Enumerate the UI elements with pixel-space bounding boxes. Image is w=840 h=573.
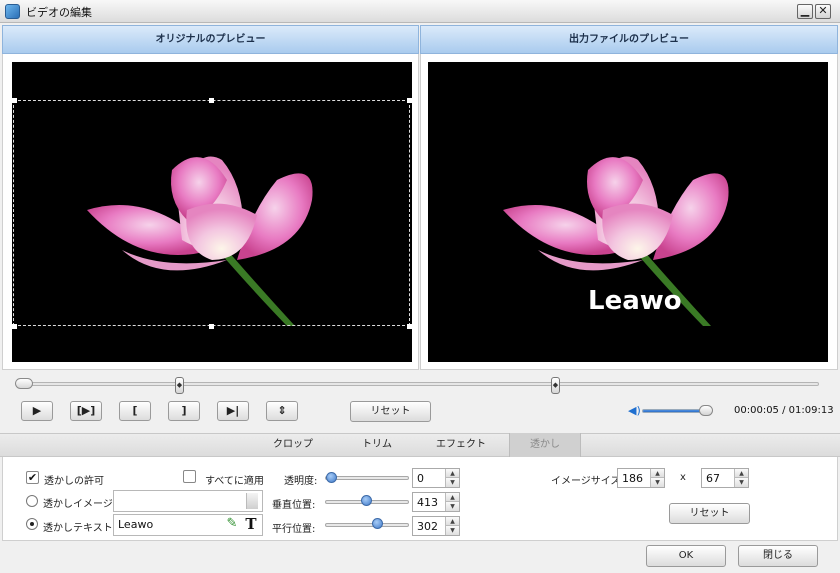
tab-watermark[interactable]: 透かし [509,433,581,457]
mark-out-button[interactable]: ] [168,401,200,421]
ok-button[interactable]: OK [646,545,726,567]
spin-up-button[interactable]: ▲ [651,469,664,478]
reset-watermark-button[interactable]: リセット [669,503,750,524]
spin-down-button[interactable]: ▼ [446,526,459,535]
close-button[interactable]: 閉じる [738,545,818,567]
title-bar [0,0,840,23]
vertical-position-spinbox[interactable]: 413 ▲ ▼ [412,492,460,512]
opacity-value[interactable]: 0 [417,472,424,485]
crop-handle[interactable] [209,98,214,103]
crop-handle[interactable] [209,324,214,329]
size-separator: x [680,472,686,483]
spin-up-button[interactable]: ▲ [446,517,459,526]
spin-buttons: ▲ ▼ [650,469,664,487]
spin-up-button[interactable]: ▲ [446,469,459,478]
tab-effect[interactable]: エフェクト [430,433,492,457]
horizontal-position-spinbox[interactable]: 302 ▲ ▼ [412,516,460,536]
spin-up-button[interactable]: ▲ [446,493,459,502]
opacity-slider-thumb[interactable] [326,472,337,483]
opacity-spinbox[interactable]: 0 ▲ ▼ [412,468,460,488]
text-color-pen-icon[interactable]: ✎ [224,516,240,532]
spin-buttons: ▲ ▼ [445,469,459,487]
trim-start-marker[interactable]: ◆ [175,377,184,394]
watermark-image-radio[interactable] [26,495,38,507]
close-window-button[interactable]: ✕ [815,4,831,19]
image-height-spinbox[interactable]: 67 ▲ ▼ [701,468,749,488]
opacity-slider[interactable] [325,476,409,480]
watermark-text-radio[interactable] [26,518,38,530]
enable-watermark-label: 透かしの許可 [44,476,104,487]
minimize-button[interactable]: ▁ [797,4,813,19]
image-width-value[interactable]: 186 [622,472,643,485]
play-selection-button[interactable]: [▶] [70,401,102,421]
timecode: 00:00:05 / 01:09:13 [734,405,834,416]
tab-trim[interactable]: トリム [346,433,408,457]
horizontal-position-value[interactable]: 302 [417,520,438,533]
crop-handle[interactable] [407,324,412,329]
watermark-preview-text: Leawo [588,286,682,316]
image-size-label: イメージサイズ: [551,476,624,487]
spin-down-button[interactable]: ▼ [651,478,664,487]
spin-down-button[interactable]: ▼ [446,478,459,487]
horizontal-position-label: 平行位置: [272,524,316,535]
original-preview-header: オリジナルのプレビュー [2,25,419,54]
output-preview-header: 出力ファイルのプレビュー [420,25,838,54]
timeline-playhead[interactable] [15,378,33,389]
crop-handle[interactable] [12,324,17,329]
spin-down-button[interactable]: ▼ [446,502,459,511]
spin-buttons: ▲ ▼ [445,493,459,511]
split-button[interactable]: ⇕ [266,401,298,421]
watermark-image-label: 透かしイメージ: [43,499,117,510]
browse-image-button[interactable] [246,493,258,509]
crop-handle[interactable] [407,98,412,103]
apply-all-label: すべてに適用 [205,476,264,487]
horizontal-position-thumb[interactable] [372,518,383,529]
watermark-text-input[interactable]: Leawo [113,514,263,536]
output-video-screen: Leawo [428,62,828,362]
spin-buttons: ▲ ▼ [445,517,459,535]
trim-end-marker[interactable]: ◆ [551,377,560,394]
speaker-icon[interactable]: ◀) [628,405,641,417]
font-icon[interactable]: T [243,515,259,533]
watermark-text-label: 透かしテキスト: [43,523,117,534]
step-frame-button[interactable]: ▶| [217,401,249,421]
opacity-label: 透明度: [284,476,318,487]
mark-in-button[interactable]: [ [119,401,151,421]
vertical-position-label: 垂直位置: [272,500,316,511]
app-icon [5,4,20,19]
tab-crop[interactable]: クロップ [262,433,324,457]
horizontal-position-slider[interactable] [325,523,409,527]
vertical-position-value[interactable]: 413 [417,496,438,509]
image-width-spinbox[interactable]: 186 ▲ ▼ [617,468,665,488]
vertical-position-thumb[interactable] [361,495,372,506]
original-video-screen [12,62,412,362]
spin-down-button[interactable]: ▼ [735,478,748,487]
reset-button[interactable]: リセット [350,401,431,422]
spin-buttons: ▲ ▼ [734,469,748,487]
image-height-value[interactable]: 67 [706,472,720,485]
tab-bar [0,433,840,457]
spin-up-button[interactable]: ▲ [735,469,748,478]
timeline-track[interactable] [16,382,819,386]
crop-selection[interactable] [13,100,410,326]
watermark-image-path-input[interactable] [113,490,263,512]
enable-watermark-checkbox[interactable]: ✔ [26,471,39,484]
window-title: ビデオの編集 [26,6,92,19]
play-button[interactable]: ▶ [21,401,53,421]
volume-thumb[interactable] [699,405,713,416]
crop-handle[interactable] [12,98,17,103]
apply-all-checkbox[interactable] [183,470,196,483]
